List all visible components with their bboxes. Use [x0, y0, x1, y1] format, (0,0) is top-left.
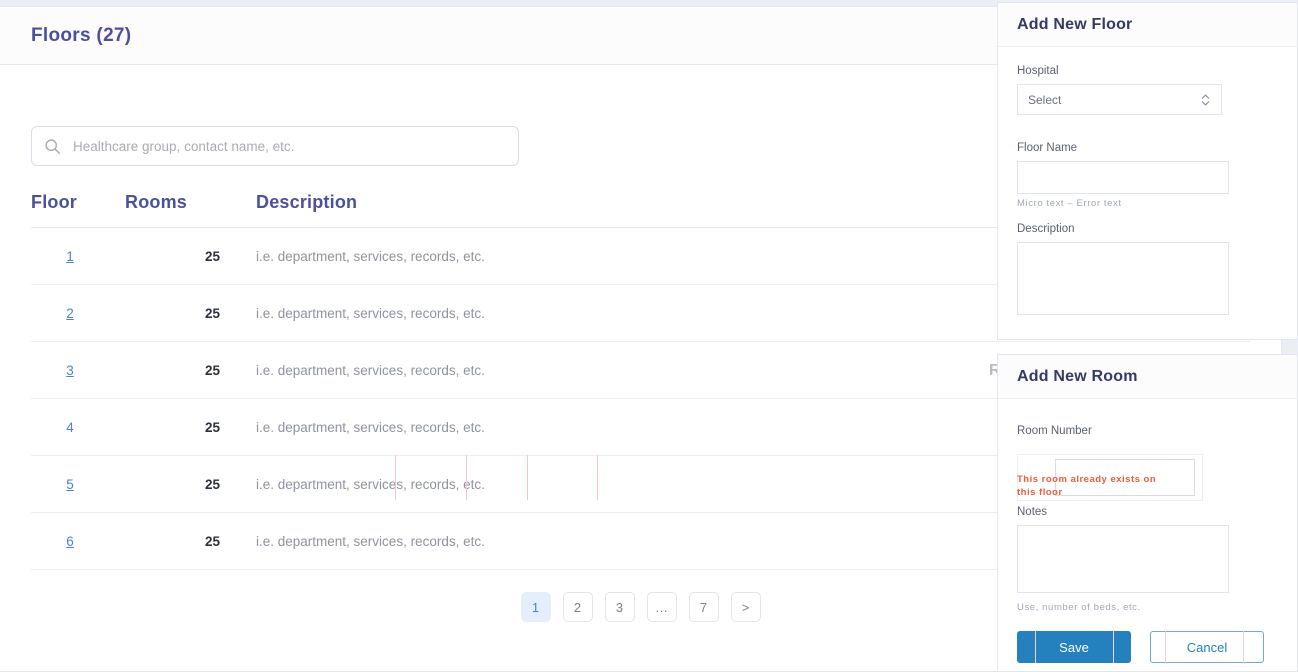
add-new-room-panel-header: Add New Room	[998, 355, 1297, 399]
floor-link[interactable]: 5	[66, 477, 74, 492]
add-new-room-title: Add New Room	[1017, 367, 1138, 385]
room-save-button[interactable]: Save	[1017, 631, 1131, 663]
cell-rooms: 25	[109, 398, 221, 456]
hospital-select-value: Select	[1028, 92, 1062, 107]
notes-textarea[interactable]	[1017, 525, 1229, 593]
floor-name-helper-text: Micro text – Error text	[1017, 198, 1122, 209]
floor-description-label: Description	[1017, 223, 1075, 235]
pagination-ellipsis[interactable]: …	[646, 592, 677, 622]
search-box[interactable]	[31, 126, 519, 166]
add-new-floor-panel-body: Hospital Select Floor Name Micro text – …	[998, 47, 1297, 320]
cell-rooms: 25	[109, 455, 221, 513]
column-header-rooms[interactable]: Rooms	[109, 192, 221, 228]
notes-label: Notes	[1017, 506, 1048, 518]
search-input[interactable]	[71, 137, 506, 155]
floor-link[interactable]: 2	[66, 306, 74, 321]
room-number-field-wrap: This room already exists on this floor	[1017, 444, 1278, 506]
cell-description: i.e. department, services, records, etc.	[221, 341, 1014, 399]
cell-rooms: 25	[109, 227, 221, 285]
cell-rooms: 25	[109, 512, 221, 570]
search-icon	[45, 138, 61, 154]
pagination-page-3[interactable]: 3	[604, 592, 635, 622]
page-title: Floors (27)	[31, 24, 132, 46]
room-number-error-text: This room already exists on this floor	[1017, 474, 1157, 498]
app-root: Floors (27) + Add New Floor Save	[0, 0, 1298, 672]
floor-link[interactable]: 6	[66, 534, 74, 549]
cell-rooms: 25	[109, 341, 221, 399]
pagination-page-7[interactable]: 7	[688, 592, 719, 622]
floor-description-textarea[interactable]	[1017, 242, 1229, 315]
cell-description: i.e. department, services, records, etc.	[221, 455, 1014, 513]
room-number-label: Room Number	[1017, 425, 1092, 437]
pagination-page-2[interactable]: 2	[562, 592, 593, 622]
add-new-room-panel: Add New Room Room Number This room alrea…	[997, 354, 1298, 672]
floor-name-label: Floor Name	[1017, 142, 1078, 154]
add-new-floor-panel: Add New Floor Hospital Select Floor Name…	[997, 2, 1298, 340]
floor-link[interactable]: 1	[66, 249, 74, 264]
hospital-select[interactable]: Select	[1017, 84, 1222, 115]
room-cancel-button[interactable]: Cancel	[1150, 631, 1264, 663]
cell-description: i.e. department, services, records, etc.	[221, 284, 1014, 342]
floor-name-input[interactable]	[1017, 161, 1229, 194]
floor-link[interactable]: 3	[66, 363, 74, 378]
floor-link[interactable]: 4	[66, 420, 74, 435]
column-header-description[interactable]: Description	[221, 192, 1014, 228]
add-new-floor-panel-header: Add New Floor	[998, 3, 1297, 47]
cell-description: i.e. department, services, records, etc.	[221, 398, 1014, 456]
pagination-page-1[interactable]: 1	[520, 592, 551, 622]
notes-helper-text: Use, number of beds, etc.	[1017, 602, 1141, 613]
pagination-next-button[interactable]: >	[730, 592, 761, 622]
cell-description: i.e. department, services, records, etc.	[221, 512, 1014, 570]
cell-description: i.e. department, services, records, etc.	[221, 227, 1014, 285]
cell-rooms: 25	[109, 284, 221, 342]
room-panel-button-row: Save Cancel	[1017, 631, 1278, 663]
column-header-floor[interactable]: Floor	[31, 192, 109, 228]
add-new-room-panel-body: Room Number This room already exists on …	[998, 399, 1297, 663]
hospital-label: Hospital	[1017, 65, 1059, 77]
add-new-floor-title: Add New Floor	[1017, 15, 1133, 33]
chevron-updown-icon	[1201, 93, 1210, 106]
